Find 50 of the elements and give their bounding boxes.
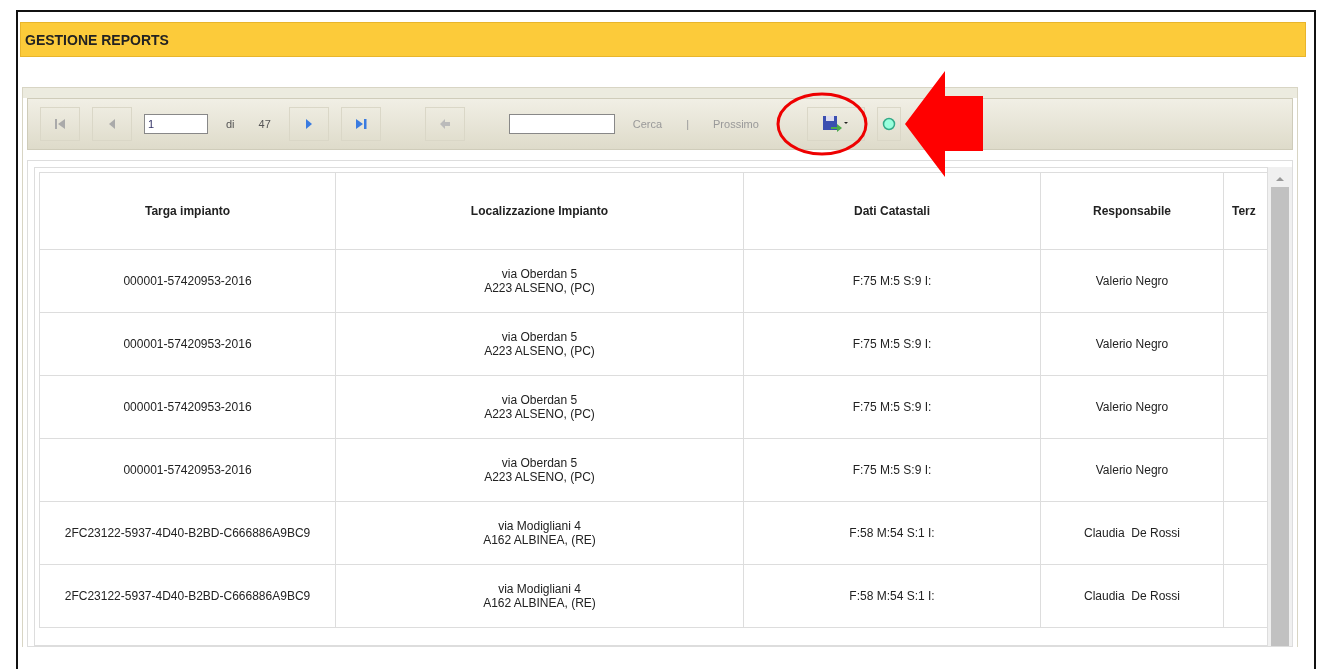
scroll-up-icon [1275, 175, 1285, 183]
page-of-label: di [225, 118, 236, 130]
save-export-icon [821, 115, 850, 133]
separator-text: | [685, 118, 690, 130]
table-cell: via Oberdan 5 A223 ALSENO, (PC) [335, 438, 744, 502]
refresh-button[interactable] [876, 107, 901, 141]
scrollbar-thumb[interactable] [1271, 187, 1289, 646]
table-cell: 000001-57420953-2016 [39, 312, 336, 376]
table-cell: Claudia De Rossi [1040, 564, 1224, 628]
column-header: Targa impianto [39, 172, 336, 250]
table-cell: F:75 M:5 S:9 I: [743, 249, 1041, 313]
next-page-button[interactable] [288, 107, 329, 141]
table-cell: via Modigliani 4 A162 ALBINEA, (RE) [335, 501, 744, 565]
column-header: Localizzazione Impianto [335, 172, 744, 250]
last-page-icon [353, 117, 368, 131]
table-cell: via Oberdan 5 A223 ALSENO, (PC) [335, 249, 744, 313]
back-button[interactable] [424, 107, 465, 141]
next-match-link[interactable]: Prossimo [707, 118, 765, 130]
page-total: 47 [257, 118, 272, 130]
previous-page-button[interactable] [92, 107, 132, 141]
export-button[interactable] [806, 107, 865, 141]
table-cell: 2FC23122-5937-4D40-B2BD-C666886A9BC9 [39, 501, 336, 565]
refresh-icon [881, 117, 896, 131]
table-cell: 000001-57420953-2016 [39, 438, 336, 502]
search-field[interactable] [508, 114, 615, 134]
table-cell: F:75 M:5 S:9 I: [743, 375, 1041, 439]
table-cell: Valerio Negro [1040, 438, 1224, 502]
table-cell: 000001-57420953-2016 [39, 375, 336, 439]
table-cell: Claudia De Rossi [1040, 501, 1224, 565]
table-cell: Valerio Negro [1040, 249, 1224, 313]
table-cell: via Modigliani 4 A162 ALBINEA, (RE) [335, 564, 744, 628]
table-cell: F:58 M:54 S:1 I: [743, 564, 1041, 628]
table-cell: via Oberdan 5 A223 ALSENO, (PC) [335, 375, 744, 439]
table-cell: Valerio Negro [1040, 375, 1224, 439]
table-cell: F:75 M:5 S:9 I: [743, 312, 1041, 376]
scrollbar[interactable] [1268, 167, 1292, 646]
page-title: GESTIONE REPORTS [20, 22, 1306, 57]
table-cell: Valerio Negro [1040, 312, 1224, 376]
column-header: Dati Catastali [743, 172, 1041, 250]
find-link[interactable]: Cerca [626, 118, 669, 130]
first-page-button[interactable] [40, 107, 80, 141]
first-page-icon [53, 117, 67, 131]
column-header: Responsabile [1040, 172, 1224, 250]
table-cell: F:75 M:5 S:9 I: [743, 438, 1041, 502]
table-cell: 2FC23122-5937-4D40-B2BD-C666886A9BC9 [39, 564, 336, 628]
table-cell: via Oberdan 5 A223 ALSENO, (PC) [335, 312, 744, 376]
page-number-field[interactable]: 1 [144, 114, 208, 134]
table-cell: 000001-57420953-2016 [39, 249, 336, 313]
table-cell: F:58 M:54 S:1 I: [743, 501, 1041, 565]
last-page-button[interactable] [340, 107, 381, 141]
